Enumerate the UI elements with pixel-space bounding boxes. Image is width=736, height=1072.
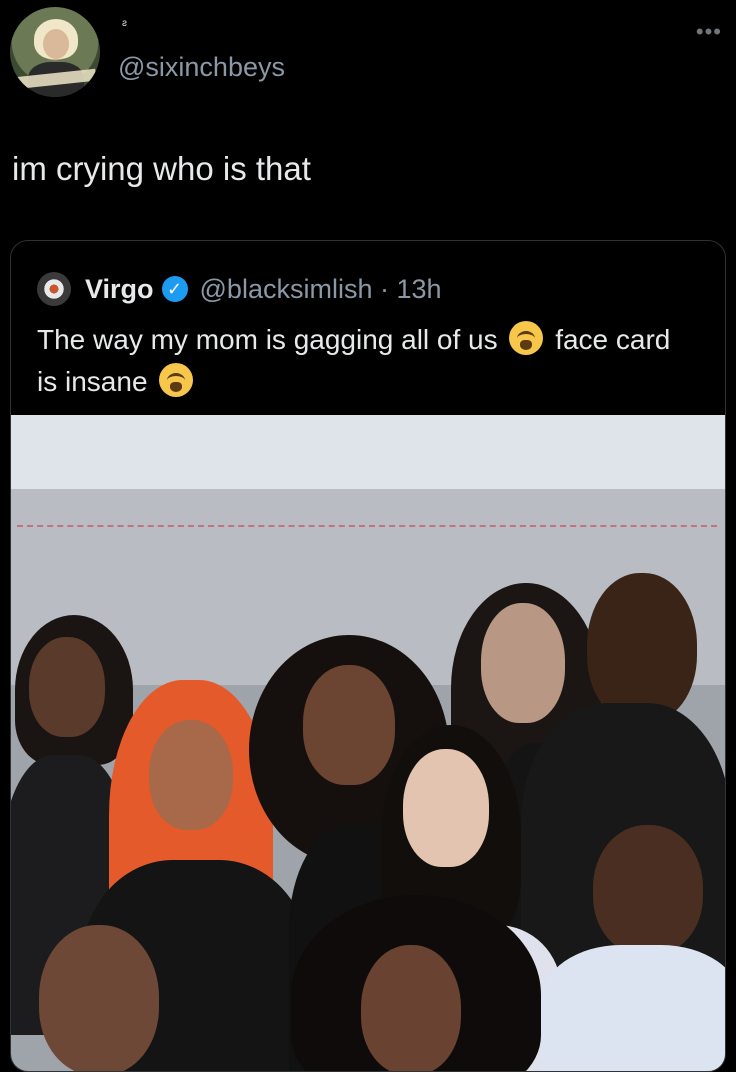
more-dots-icon[interactable]: ••• <box>696 21 722 43</box>
quoted-handle[interactable]: @blacksimlish <box>200 274 373 304</box>
post-text: im crying who is that <box>12 150 311 187</box>
author-avatar[interactable] <box>10 7 100 97</box>
author-name[interactable]: ƨ <box>122 18 127 29</box>
crying-face-emoji-icon <box>509 321 544 355</box>
quoted-time[interactable]: 13h <box>397 274 442 304</box>
quoted-text: The way my mom is gagging all of us face… <box>37 319 697 403</box>
quoted-meta: @blacksimlish · 13h <box>200 274 442 305</box>
quoted-text-part1: The way my mom is gagging all of us <box>37 324 498 355</box>
crying-face-emoji-icon <box>159 363 194 397</box>
quoted-name[interactable]: Virgo <box>85 274 154 305</box>
verified-badge-icon: ✓ <box>161 276 188 302</box>
quoted-header: Virgo ✓ @blacksimlish · 13h <box>37 271 442 307</box>
backdrop-dashed-line <box>17 525 717 527</box>
attached-photo[interactable] <box>11 415 725 1071</box>
author-handle[interactable]: @sixinchbeys <box>118 52 285 83</box>
quoted-tweet-card[interactable]: Virgo ✓ @blacksimlish · 13h The way my m… <box>10 240 726 1072</box>
quoted-avatar[interactable] <box>37 272 71 306</box>
meta-separator: · <box>379 273 389 304</box>
